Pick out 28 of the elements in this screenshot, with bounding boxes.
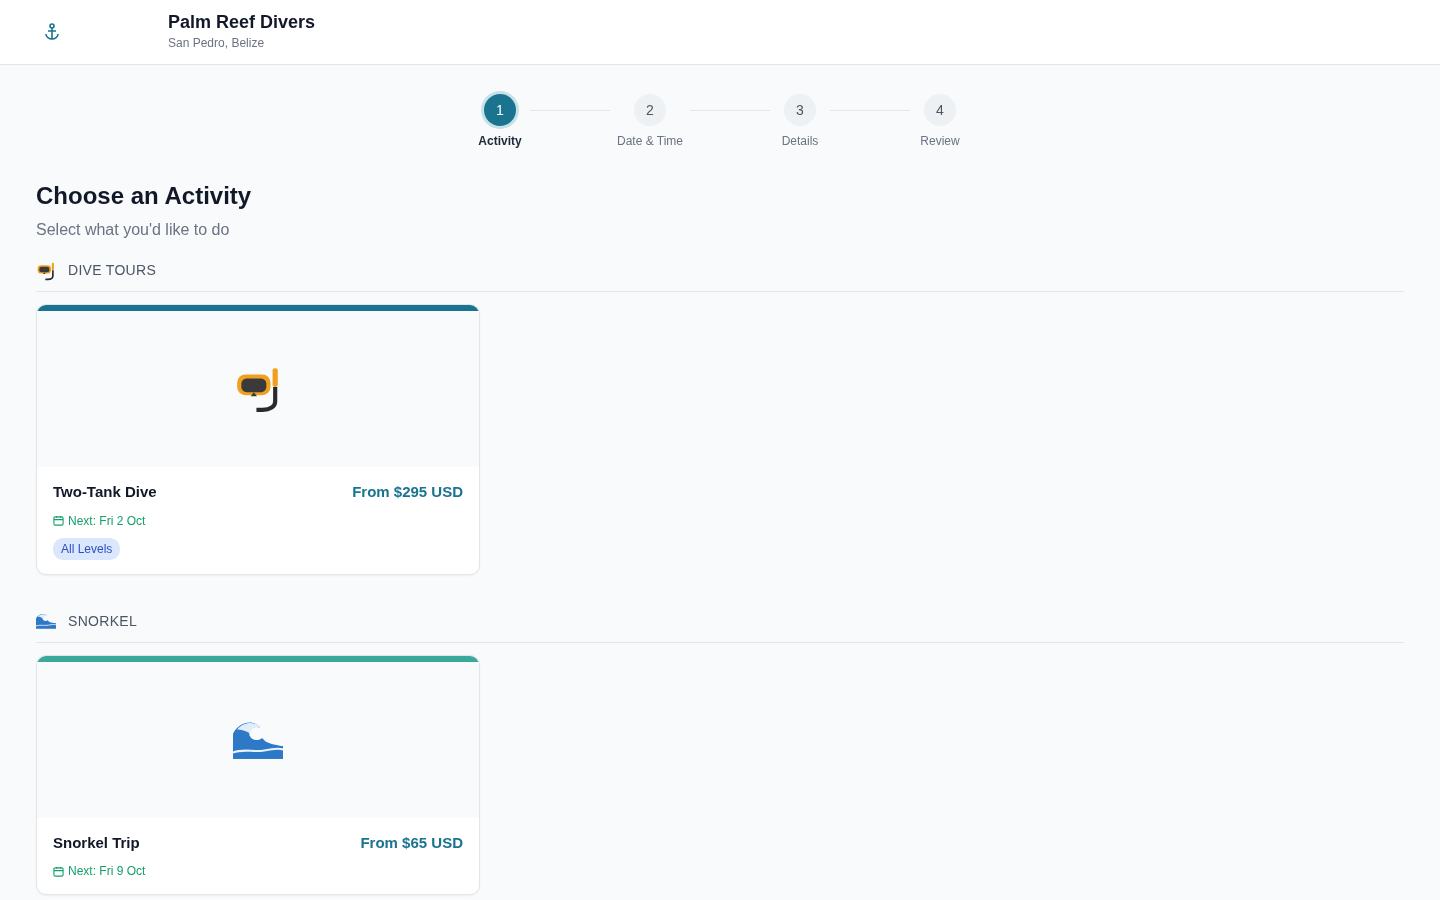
calendar-icon bbox=[53, 515, 64, 526]
activity-price: From $295 USD bbox=[352, 482, 463, 502]
diving-mask-icon bbox=[36, 260, 56, 281]
section-title: DIVE TOURS bbox=[68, 261, 157, 280]
step-label: Review bbox=[920, 133, 960, 150]
page-heading: Choose an Activity bbox=[36, 181, 253, 211]
next-date: Next: Fri 9 Oct bbox=[68, 863, 146, 880]
step-number[interactable]: 3 bbox=[784, 94, 816, 126]
business-location: San Pedro, Belize bbox=[168, 34, 266, 52]
calendar-icon bbox=[53, 865, 64, 877]
activity-card[interactable]: Snorkel Trip From $65 USD Next: Fri 9 Oct bbox=[36, 654, 480, 895]
step-label: Details bbox=[781, 133, 819, 150]
business-name: Palm Reef Divers bbox=[168, 12, 316, 34]
activity-card[interactable]: Two-Tank Dive From $295 USD Next: Fri 2 Oct All Levels bbox=[36, 304, 480, 575]
step-number[interactable]: 4 bbox=[924, 94, 956, 126]
next-date: Next: Fri 2 Oct bbox=[68, 512, 146, 530]
page-subheading: Select what you'd like to do bbox=[36, 220, 231, 240]
step-number[interactable]: 2 bbox=[634, 94, 666, 126]
section-title: SNORKEL bbox=[68, 611, 137, 631]
level-tag: All Levels bbox=[53, 537, 121, 560]
anchor-icon bbox=[44, 23, 60, 41]
activity-name: Two-Tank Dive bbox=[53, 482, 157, 502]
step-label: Date & Time bbox=[617, 133, 683, 150]
wave-icon bbox=[36, 611, 56, 631]
step-number[interactable]: 1 bbox=[484, 94, 516, 126]
activity-name: Snorkel Trip bbox=[53, 832, 140, 853]
activity-price: From $65 USD bbox=[360, 832, 463, 853]
step-label: Activity bbox=[478, 133, 522, 150]
